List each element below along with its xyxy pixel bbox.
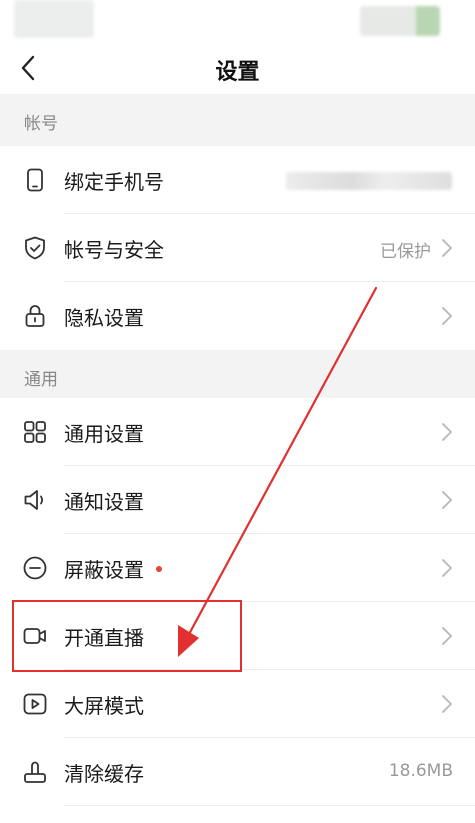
lock-icon: [25, 305, 45, 327]
divider: [64, 805, 475, 806]
chevron-right-icon: [442, 239, 452, 257]
big-screen-mode-label: 大屏模式: [64, 694, 144, 718]
chevron-right-icon: [442, 423, 452, 441]
bind-phone-label: 绑定手机号: [64, 170, 164, 194]
chevron-right-icon: [442, 491, 452, 509]
cache-size-value: 18.6MB: [388, 761, 453, 781]
big-screen-mode-row[interactable]: 大屏模式: [0, 670, 475, 738]
grid-icon: [24, 421, 46, 443]
general-settings-row[interactable]: 通用设置: [0, 398, 475, 466]
clear-cache-row[interactable]: 清除缓存 18.6MB: [0, 738, 475, 806]
chevron-right-icon: [442, 559, 452, 577]
play-square-icon: [23, 693, 47, 715]
block-settings-label: 屏蔽设置: [64, 558, 144, 582]
phone-number-redacted: [286, 172, 452, 190]
chevron-right-icon: [442, 307, 452, 325]
speaker-icon: [24, 490, 44, 510]
nav-bar: 设置: [0, 42, 475, 94]
section-title-account: 帐号: [24, 114, 58, 134]
status-bar: [0, 0, 475, 42]
go-live-label: 开通直播: [64, 626, 144, 650]
privacy-row[interactable]: 隐私设置: [0, 282, 475, 350]
clear-cache-label: 清除缓存: [64, 762, 144, 786]
notification-settings-label: 通知设置: [64, 490, 144, 514]
account-security-row[interactable]: 帐号与安全 已保护: [0, 214, 475, 282]
chevron-right-icon: [442, 627, 452, 645]
section-header-account: 帐号: [0, 94, 475, 146]
shield-check-icon: [25, 236, 45, 260]
general-settings-label: 通用设置: [64, 422, 144, 446]
go-live-row[interactable]: 开通直播: [0, 602, 475, 670]
section-title-general: 通用: [24, 370, 58, 390]
new-badge-dot: [156, 566, 162, 572]
notification-settings-row[interactable]: 通知设置: [0, 466, 475, 534]
account-security-status: 已保护: [380, 242, 431, 262]
status-bar-blurred-left: [14, 0, 94, 38]
privacy-label: 隐私设置: [64, 306, 144, 330]
chevron-right-icon: [442, 695, 452, 713]
account-security-label: 帐号与安全: [64, 238, 164, 262]
block-settings-row[interactable]: 屏蔽设置: [0, 534, 475, 602]
broom-icon: [24, 761, 46, 783]
page-title: 设置: [215, 60, 260, 85]
bind-phone-row[interactable]: 绑定手机号: [0, 146, 475, 214]
phone-icon: [27, 168, 43, 192]
video-camera-icon: [23, 628, 46, 644]
status-bar-blurred-right: [360, 6, 440, 36]
minus-circle-icon: [23, 556, 47, 580]
section-header-general: 通用: [0, 350, 475, 402]
